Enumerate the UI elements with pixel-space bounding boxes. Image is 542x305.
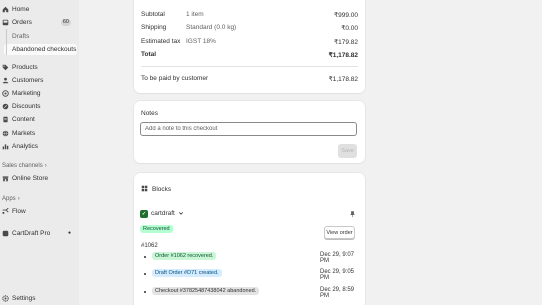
sidebar-item-content[interactable]: Content <box>2 114 35 125</box>
sidebar-item-discounts[interactable]: Discounts <box>2 101 41 112</box>
sidebar-item-label: Marketing <box>12 90 41 97</box>
shipping-row: Shipping Standard (0.0 kg) ₹0.00 <box>141 24 358 32</box>
sidebar-item-label: Markets <box>12 130 36 137</box>
recovered-badge: Recovered <box>140 225 173 233</box>
pin-icon[interactable]: ● <box>68 230 71 236</box>
orders-count-badge: 60 <box>60 19 71 26</box>
app-block-header[interactable]: ✓ cartdraft <box>140 208 184 219</box>
sidebar-item-label: Abandoned checkouts <box>12 46 77 53</box>
bar-chart-icon <box>2 143 9 150</box>
sidebar-item-label: Drafts <box>12 33 30 40</box>
sidebar-item-label: Orders <box>12 19 32 26</box>
sidebar-item-label: Analytics <box>12 143 39 150</box>
gear-icon <box>2 295 9 302</box>
sidebar-item-online-store[interactable]: Online Store <box>2 173 48 184</box>
pin-icon[interactable] <box>349 210 356 220</box>
checkout-id: #1062 <box>141 243 158 249</box>
sidebar-item-label: Discounts <box>12 103 41 110</box>
chevron-right-icon: › <box>17 195 20 202</box>
save-button[interactable]: Save <box>338 144 357 158</box>
event-pill-abandoned[interactable]: Checkout #37825487438042 abandoned. <box>152 287 260 295</box>
notes-card: Notes Save <box>134 101 365 163</box>
paid-by-customer-row: To be paid by customer ₹1,178.82 <box>141 75 358 83</box>
sidebar-item-customers[interactable]: Customers <box>2 75 43 86</box>
cartdraft-logo-icon: ✓ <box>140 209 148 218</box>
notes-title: Notes <box>141 110 158 117</box>
sidebar: Home Orders 60 Drafts Abandoned checkout… <box>0 0 79 305</box>
sidebar-item-label: Products <box>12 64 38 71</box>
inbox-icon <box>2 19 9 26</box>
sidebar-item-label: Content <box>12 116 35 123</box>
globe-icon <box>2 130 9 137</box>
sidebar-item-settings[interactable]: Settings <box>2 293 36 304</box>
sidebar-item-label: Home <box>12 6 30 13</box>
blocks-title: Blocks <box>152 185 172 193</box>
timeline-dot <box>144 256 146 258</box>
app-icon <box>2 230 9 237</box>
sidebar-item-label: Settings <box>12 295 36 302</box>
sidebar-item-label: CartDraft Pro <box>12 230 51 237</box>
sidebar-item-orders[interactable]: Orders 60 <box>2 17 77 28</box>
event-time: Dec 29, 9:05 PM <box>320 269 355 281</box>
chevron-right-icon: › <box>44 162 47 169</box>
sidebar-item-marketing[interactable]: Marketing <box>2 88 41 99</box>
total-row: Total ₹1,178.82 <box>141 51 358 59</box>
sidebar-item-drafts[interactable]: Drafts <box>4 29 30 42</box>
view-order-button[interactable]: View order <box>324 226 355 239</box>
apps-heading[interactable]: Apps › <box>2 194 20 203</box>
sidebar-item-label: Online Store <box>12 175 49 182</box>
blocks-icon <box>141 185 148 194</box>
sidebar-item-label: Flow <box>12 208 26 215</box>
sidebar-item-label: Customers <box>12 77 44 84</box>
payment-summary-card: Subtotal 1 item ₹999.00 Shipping Standar… <box>134 0 365 93</box>
person-icon <box>2 77 9 84</box>
sales-channels-heading[interactable]: Sales channels › <box>2 161 47 170</box>
target-icon <box>2 90 9 97</box>
sidebar-item-abandoned-checkouts[interactable]: Abandoned checkouts <box>4 42 77 55</box>
home-icon <box>2 6 9 13</box>
sidebar-item-home[interactable]: Home <box>2 4 29 15</box>
blocks-header: Blocks <box>141 183 171 195</box>
event-time: Dec 29, 8:59 PM <box>320 287 355 299</box>
event-pill-recovered[interactable]: Order #1062 recovered. <box>152 252 217 260</box>
tag-icon <box>2 64 9 71</box>
timeline-dot <box>144 273 146 275</box>
tax-row: Estimated tax IGST 18% ₹179.82 <box>141 38 358 46</box>
subtotal-row: Subtotal 1 item ₹999.00 <box>141 11 358 19</box>
chevron-down-icon <box>178 210 184 218</box>
sidebar-item-analytics[interactable]: Analytics <box>2 141 38 152</box>
sidebar-item-products[interactable]: Products <box>2 62 38 73</box>
sidebar-item-flow[interactable]: Flow <box>2 206 26 217</box>
document-icon <box>2 116 9 123</box>
note-input[interactable] <box>140 122 357 136</box>
event-time: Dec 29, 9:07 PM <box>320 252 355 264</box>
divider <box>141 66 358 67</box>
store-icon <box>2 175 9 182</box>
discount-icon <box>2 103 9 110</box>
sidebar-item-markets[interactable]: Markets <box>2 128 35 139</box>
sidebar-item-cartdraft-pro[interactable]: CartDraft Pro ● <box>2 228 77 239</box>
flow-icon <box>2 208 9 215</box>
timeline-dot <box>144 291 146 293</box>
app-name: cartdraft <box>151 210 175 217</box>
event-pill-draft-created[interactable]: Draft Order #D71 created. <box>152 269 222 277</box>
